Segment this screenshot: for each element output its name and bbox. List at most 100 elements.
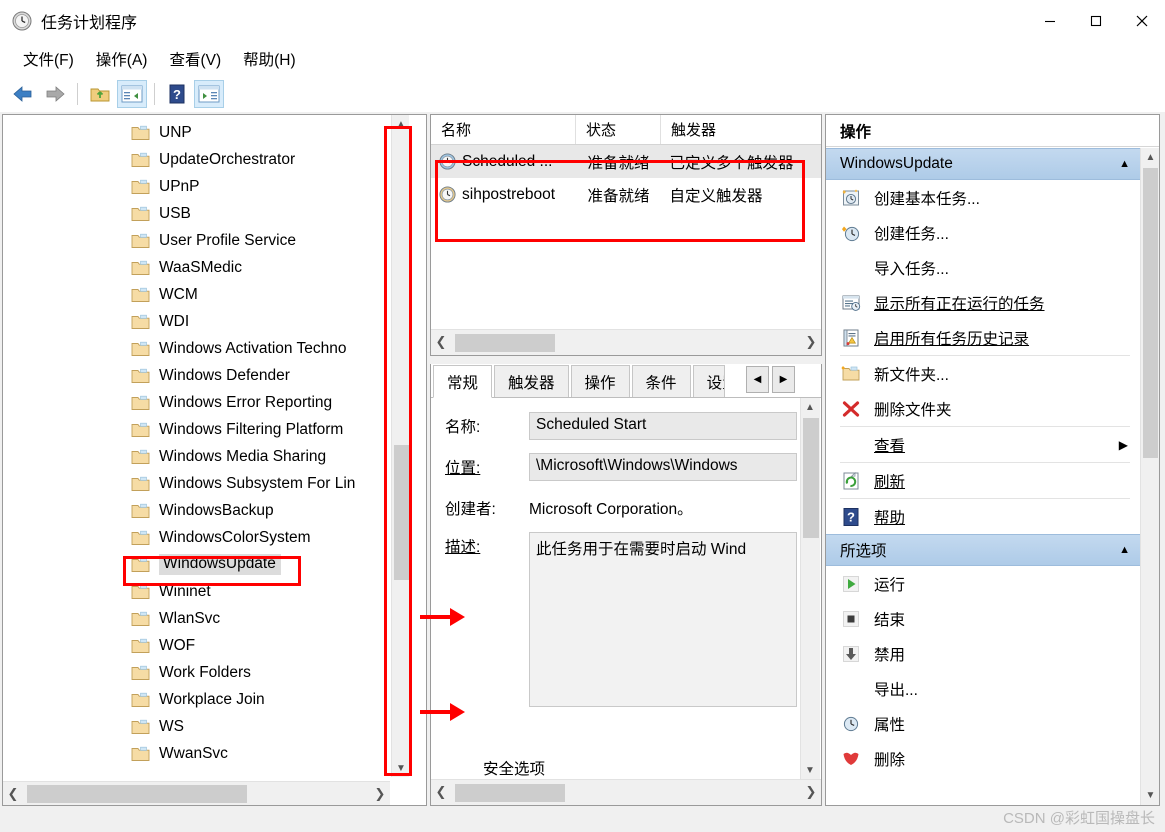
- task-row[interactable]: sihpostreboot 准备就绪 自定义触发器: [431, 178, 821, 211]
- scroll-thumb-h[interactable]: [27, 785, 247, 803]
- chevron-up-icon[interactable]: ▲: [1119, 158, 1130, 170]
- description-field[interactable]: 此任务用于在需要时启动 Wind: [529, 532, 797, 707]
- tree-item-wdi[interactable]: WDI: [3, 308, 390, 335]
- location-field[interactable]: \Microsoft\Windows\Windows: [529, 453, 797, 481]
- tree-item-ws[interactable]: WS: [3, 713, 390, 740]
- scroll-up-icon[interactable]: ▲: [392, 115, 410, 133]
- menu-view[interactable]: 查看(V): [158, 46, 232, 72]
- tab-2[interactable]: 操作: [570, 365, 630, 397]
- tree-item-windowsbackup[interactable]: WindowsBackup: [3, 497, 390, 524]
- close-button[interactable]: [1119, 0, 1165, 42]
- show-action-pane-icon[interactable]: [194, 80, 224, 108]
- minimize-button[interactable]: [1027, 0, 1073, 42]
- tree-item-usb[interactable]: USB: [3, 200, 390, 227]
- scroll-down-icon[interactable]: ▼: [392, 759, 410, 777]
- tab-scroll-left-button[interactable]: ◀: [746, 366, 769, 393]
- tree-item-wwansvc[interactable]: WwanSvc: [3, 740, 390, 767]
- menu-help[interactable]: 帮助(H): [232, 46, 307, 72]
- tree-item-wof[interactable]: WOF: [3, 632, 390, 659]
- tree-item-workplace-join[interactable]: Workplace Join: [3, 686, 390, 713]
- scroll-down-icon[interactable]: ▼: [1141, 786, 1159, 805]
- tree-item-windowscolorsystem[interactable]: WindowsColorSystem: [3, 524, 390, 551]
- tree-item-windows-filtering-platform[interactable]: Windows Filtering Platform: [3, 416, 390, 443]
- action-item-0[interactable]: 创建基本任务...: [826, 180, 1140, 215]
- folder-up-icon[interactable]: [85, 80, 115, 108]
- forward-icon[interactable]: [40, 80, 70, 108]
- action-item-1[interactable]: 结束: [826, 601, 1140, 636]
- tree-item-wininet[interactable]: Wininet: [3, 578, 390, 605]
- tab-scroll-right-button[interactable]: ▶: [772, 366, 795, 393]
- action-item-0[interactable]: 运行: [826, 566, 1140, 601]
- tab-1[interactable]: 触发器: [494, 365, 569, 397]
- details-vertical-scrollbar[interactable]: ▲ ▼: [800, 398, 820, 779]
- folder-tree[interactable]: UNP UpdateOrchestrator UPnP USB User Pro…: [3, 115, 390, 777]
- action-item-6[interactable]: 删除文件夹: [826, 391, 1140, 426]
- action-item-7[interactable]: 查看 ▶: [826, 427, 1140, 462]
- tree-item-windows-activation-techno[interactable]: Windows Activation Techno: [3, 335, 390, 362]
- tasklist-horizontal-scrollbar[interactable]: ❮ ❯: [431, 329, 821, 355]
- column-name[interactable]: 名称: [431, 115, 576, 144]
- actions-vertical-scrollbar[interactable]: ▲ ▼: [1140, 148, 1159, 805]
- action-item-1[interactable]: 创建任务...: [826, 215, 1140, 250]
- column-status[interactable]: 状态: [576, 115, 661, 144]
- scroll-thumb-h[interactable]: [455, 334, 555, 352]
- scroll-thumb[interactable]: [394, 445, 409, 580]
- maximize-button[interactable]: [1073, 0, 1119, 42]
- scroll-right-icon[interactable]: ❯: [801, 330, 821, 354]
- tree-item-windows-defender[interactable]: Windows Defender: [3, 362, 390, 389]
- folder-icon: [131, 341, 150, 357]
- scroll-thumb[interactable]: [803, 418, 819, 538]
- task-row[interactable]: Scheduled ... 准备就绪 已定义多个触发器: [431, 145, 821, 178]
- tree-item-user-profile-service[interactable]: User Profile Service: [3, 227, 390, 254]
- tree-vertical-scrollbar[interactable]: ▲ ▼: [391, 115, 409, 777]
- action-item-4[interactable]: 启用所有任务历史记录: [826, 320, 1140, 355]
- action-item-3[interactable]: 导出...: [826, 671, 1140, 706]
- scroll-thumb[interactable]: [1143, 168, 1158, 458]
- tree-item-wlansvc[interactable]: WlanSvc: [3, 605, 390, 632]
- scroll-up-icon[interactable]: ▲: [1141, 148, 1159, 167]
- action-item-8[interactable]: 刷新: [826, 463, 1140, 498]
- name-field[interactable]: Scheduled Start: [529, 412, 797, 440]
- menu-file[interactable]: 文件(F): [12, 46, 85, 72]
- action-item-5[interactable]: 新文件夹...: [826, 356, 1140, 391]
- action-item-2[interactable]: 禁用: [826, 636, 1140, 671]
- no-icon: [840, 434, 862, 456]
- tree-item-updateorchestrator[interactable]: UpdateOrchestrator: [3, 146, 390, 173]
- scroll-thumb-h[interactable]: [455, 784, 565, 802]
- tree-item-windows-error-reporting[interactable]: Windows Error Reporting: [3, 389, 390, 416]
- back-icon[interactable]: [8, 80, 38, 108]
- scroll-left-icon[interactable]: ❮: [3, 782, 23, 805]
- actions-group-header[interactable]: 所选项 ▲: [826, 534, 1140, 566]
- tree-item-wcm[interactable]: WCM: [3, 281, 390, 308]
- scroll-left-icon[interactable]: ❮: [431, 330, 451, 354]
- action-item-3[interactable]: 显示所有正在运行的任务: [826, 285, 1140, 320]
- action-item-2[interactable]: 导入任务...: [826, 250, 1140, 285]
- action-item-4[interactable]: 属性: [826, 706, 1140, 741]
- chevron-up-icon[interactable]: ▲: [1119, 544, 1130, 556]
- show-console-tree-icon[interactable]: [117, 80, 147, 108]
- tree-item-windows-subsystem-for-lin[interactable]: Windows Subsystem For Lin: [3, 470, 390, 497]
- scroll-right-icon[interactable]: ❯: [370, 782, 390, 805]
- tree-item-waasmedic[interactable]: WaaSMedic: [3, 254, 390, 281]
- tree-item-unp[interactable]: UNP: [3, 119, 390, 146]
- column-trigger[interactable]: 触发器: [661, 115, 821, 144]
- tree-item-windowsupdate[interactable]: WindowsUpdate: [3, 551, 390, 578]
- scroll-down-icon[interactable]: ▼: [801, 761, 819, 779]
- tree-item-windows-media-sharing[interactable]: Windows Media Sharing: [3, 443, 390, 470]
- tree-item-upnp[interactable]: UPnP: [3, 173, 390, 200]
- tab-3[interactable]: 条件: [631, 365, 691, 397]
- submenu-arrow-icon[interactable]: ▶: [1119, 438, 1128, 452]
- tab-0[interactable]: 常规: [433, 365, 493, 398]
- action-item-5[interactable]: 删除: [826, 741, 1140, 776]
- scroll-left-icon[interactable]: ❮: [431, 780, 451, 804]
- details-horizontal-scrollbar[interactable]: ❮ ❯: [431, 779, 821, 805]
- actions-group-header[interactable]: WindowsUpdate ▲: [826, 148, 1140, 180]
- tree-item-work-folders[interactable]: Work Folders: [3, 659, 390, 686]
- tree-horizontal-scrollbar[interactable]: ❮ ❯: [3, 781, 390, 805]
- scroll-right-icon[interactable]: ❯: [801, 780, 821, 804]
- scroll-up-icon[interactable]: ▲: [801, 398, 819, 416]
- help-icon[interactable]: ?: [162, 80, 192, 108]
- tab-4[interactable]: 设置: [692, 365, 725, 397]
- action-item-9[interactable]: ? 帮助: [826, 499, 1140, 534]
- menu-action[interactable]: 操作(A): [85, 46, 159, 72]
